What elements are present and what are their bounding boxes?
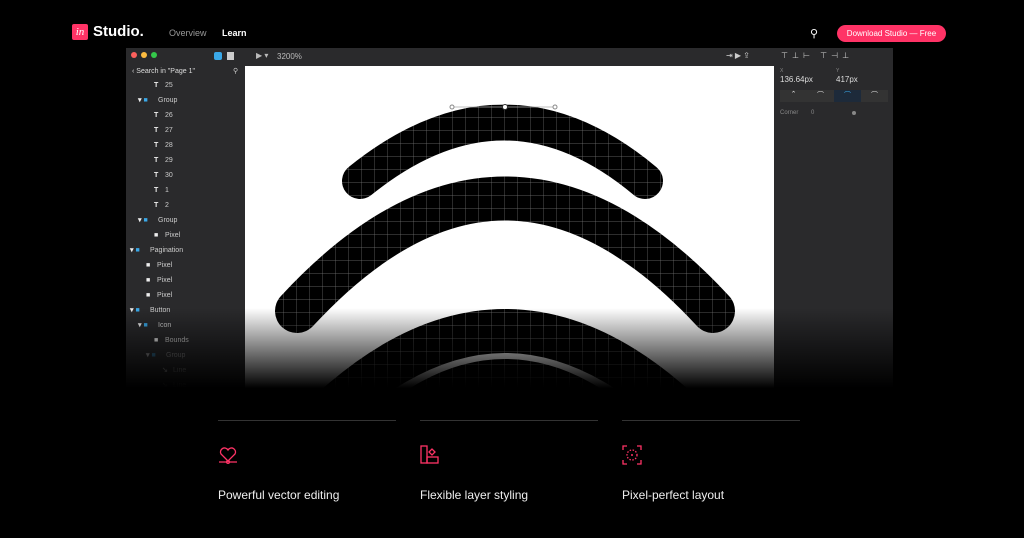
nav-overview[interactable]: Overview: [169, 28, 207, 38]
search-layers[interactable]: ‹ Search in "Page 1": [132, 68, 195, 75]
rectangle-layer-icon: ■: [146, 277, 151, 284]
text-layer-icon: T: [154, 142, 159, 149]
layer-label: 1: [165, 187, 169, 194]
layer-label: Group: [158, 97, 178, 104]
bottom-fade: [126, 308, 893, 388]
y-label: Y: [836, 68, 840, 74]
feature-pixel-layout: Pixel-perfect layout: [622, 420, 800, 502]
layer-item[interactable]: ▾ ■ Group: [138, 94, 177, 108]
layer-label: Group: [158, 217, 178, 224]
layer-label: 25: [165, 82, 173, 89]
anchor-point[interactable]: [502, 104, 508, 110]
align-icons[interactable]: ⊤⊥⊢ ⊤⊣⊥: [781, 51, 853, 60]
layer-item[interactable]: T 30: [154, 169, 173, 183]
feature-vector-editing: Powerful vector editing: [218, 420, 396, 502]
layers-icon[interactable]: [214, 52, 222, 60]
layer-item[interactable]: ■ Pixel: [146, 274, 172, 288]
feature-layer-styling: Flexible layer styling: [420, 420, 598, 502]
corner-field[interactable]: 0: [811, 110, 814, 116]
rectangle-layer-icon: ■: [146, 262, 151, 269]
preview-icons[interactable]: ⇥ ▶ ⇪: [726, 51, 750, 60]
folder-icon: ▾ ■: [138, 97, 148, 104]
folder-icon: ▾ ■: [138, 217, 148, 224]
rectangle-layer-icon: ■: [146, 292, 151, 299]
layer-item[interactable]: T 25: [154, 79, 173, 93]
invision-logo[interactable]: in: [72, 24, 88, 40]
folder-icon: ▾ ■: [130, 247, 140, 254]
mirrored-point-icon[interactable]: ⌒: [807, 90, 834, 102]
text-layer-icon: T: [154, 187, 159, 194]
layer-label: 29: [165, 157, 173, 164]
layer-label: Pixel: [165, 232, 181, 239]
x-field[interactable]: 136.64px: [780, 75, 813, 84]
layer-item[interactable]: T 26: [154, 109, 173, 123]
point-type-selector[interactable]: ⌃ ⌒ ⌒ ⌒: [780, 90, 888, 102]
straight-point-icon[interactable]: ⌃: [780, 90, 807, 102]
search-layers-label: Search in "Page 1": [136, 68, 195, 75]
x-label: X: [780, 68, 784, 74]
page-icon[interactable]: [227, 52, 234, 60]
pointer-tool-icon[interactable]: ▶ ▾: [256, 51, 268, 60]
feature-label: Flexible layer styling: [420, 488, 529, 502]
pixel-target-icon: [622, 445, 642, 465]
text-layer-icon: T: [154, 172, 159, 179]
vector-heart-icon: [219, 447, 237, 464]
search-icon[interactable]: ⚲: [810, 27, 818, 40]
download-button[interactable]: Download Studio — Free: [837, 25, 946, 42]
corner-label: Corner: [780, 110, 799, 116]
minimize-window-button[interactable]: [141, 52, 147, 58]
text-layer-icon: T: [154, 157, 159, 164]
nav-learn[interactable]: Learn: [222, 28, 247, 38]
studio-app-window: ▶ ▾ 3200% ⇥ ▶ ⇪ ⊤⊥⊢ ⊤⊣⊥ ‹ Search in "Pag…: [126, 48, 893, 388]
layer-label: 28: [165, 142, 173, 149]
rectangle-layer-icon: ■: [154, 232, 159, 239]
feature-label: Powerful vector editing: [218, 488, 340, 502]
layer-item[interactable]: ▾ ■ Group: [138, 214, 177, 228]
layer-item[interactable]: ■ Pixel: [154, 229, 180, 243]
layer-label: Pixel: [157, 277, 173, 284]
text-layer-icon: T: [154, 127, 159, 134]
search-icon[interactable]: ⚲: [233, 67, 238, 75]
handle-point[interactable]: [552, 104, 558, 110]
layer-swatch-icon: [420, 445, 439, 464]
feature-label: Pixel-perfect layout: [622, 488, 725, 502]
layer-label: Pagination: [150, 247, 184, 254]
layer-item[interactable]: ■ Pixel: [146, 289, 172, 303]
toolbar: ▶ ▾ 3200% ⇥ ▶ ⇪ ⊤⊥⊢ ⊤⊣⊥: [126, 48, 893, 66]
text-layer-icon: T: [154, 202, 159, 209]
layer-item[interactable]: T 28: [154, 139, 173, 153]
layer-item[interactable]: T2: [154, 199, 169, 213]
layer-label: Pixel: [157, 262, 173, 269]
asymmetric-point-icon[interactable]: ⌒: [834, 90, 861, 102]
disconnected-point-icon[interactable]: ⌒: [861, 90, 888, 102]
y-field[interactable]: 417px: [836, 75, 858, 84]
layer-item[interactable]: T 27: [154, 124, 173, 138]
layer-label: 2: [165, 202, 169, 209]
layer-label: Pixel: [157, 292, 173, 299]
layer-item[interactable]: T1: [154, 184, 169, 198]
text-layer-icon: T: [154, 112, 159, 119]
layer-item[interactable]: T 29: [154, 154, 173, 168]
layer-label: 30: [165, 172, 173, 179]
layer-label: 26: [165, 112, 173, 119]
close-window-button[interactable]: [131, 52, 137, 58]
handle-point[interactable]: [449, 104, 455, 110]
corner-slider[interactable]: [852, 111, 856, 115]
layer-item[interactable]: ▾ ■ Pagination: [130, 244, 183, 258]
text-layer-icon: T: [154, 82, 159, 89]
layer-item[interactable]: ■ Pixel: [146, 259, 172, 273]
maximize-window-button[interactable]: [151, 52, 157, 58]
zoom-select[interactable]: 3200%: [277, 52, 302, 61]
layer-label: 27: [165, 127, 173, 134]
brand-name[interactable]: Studio.: [93, 23, 144, 40]
